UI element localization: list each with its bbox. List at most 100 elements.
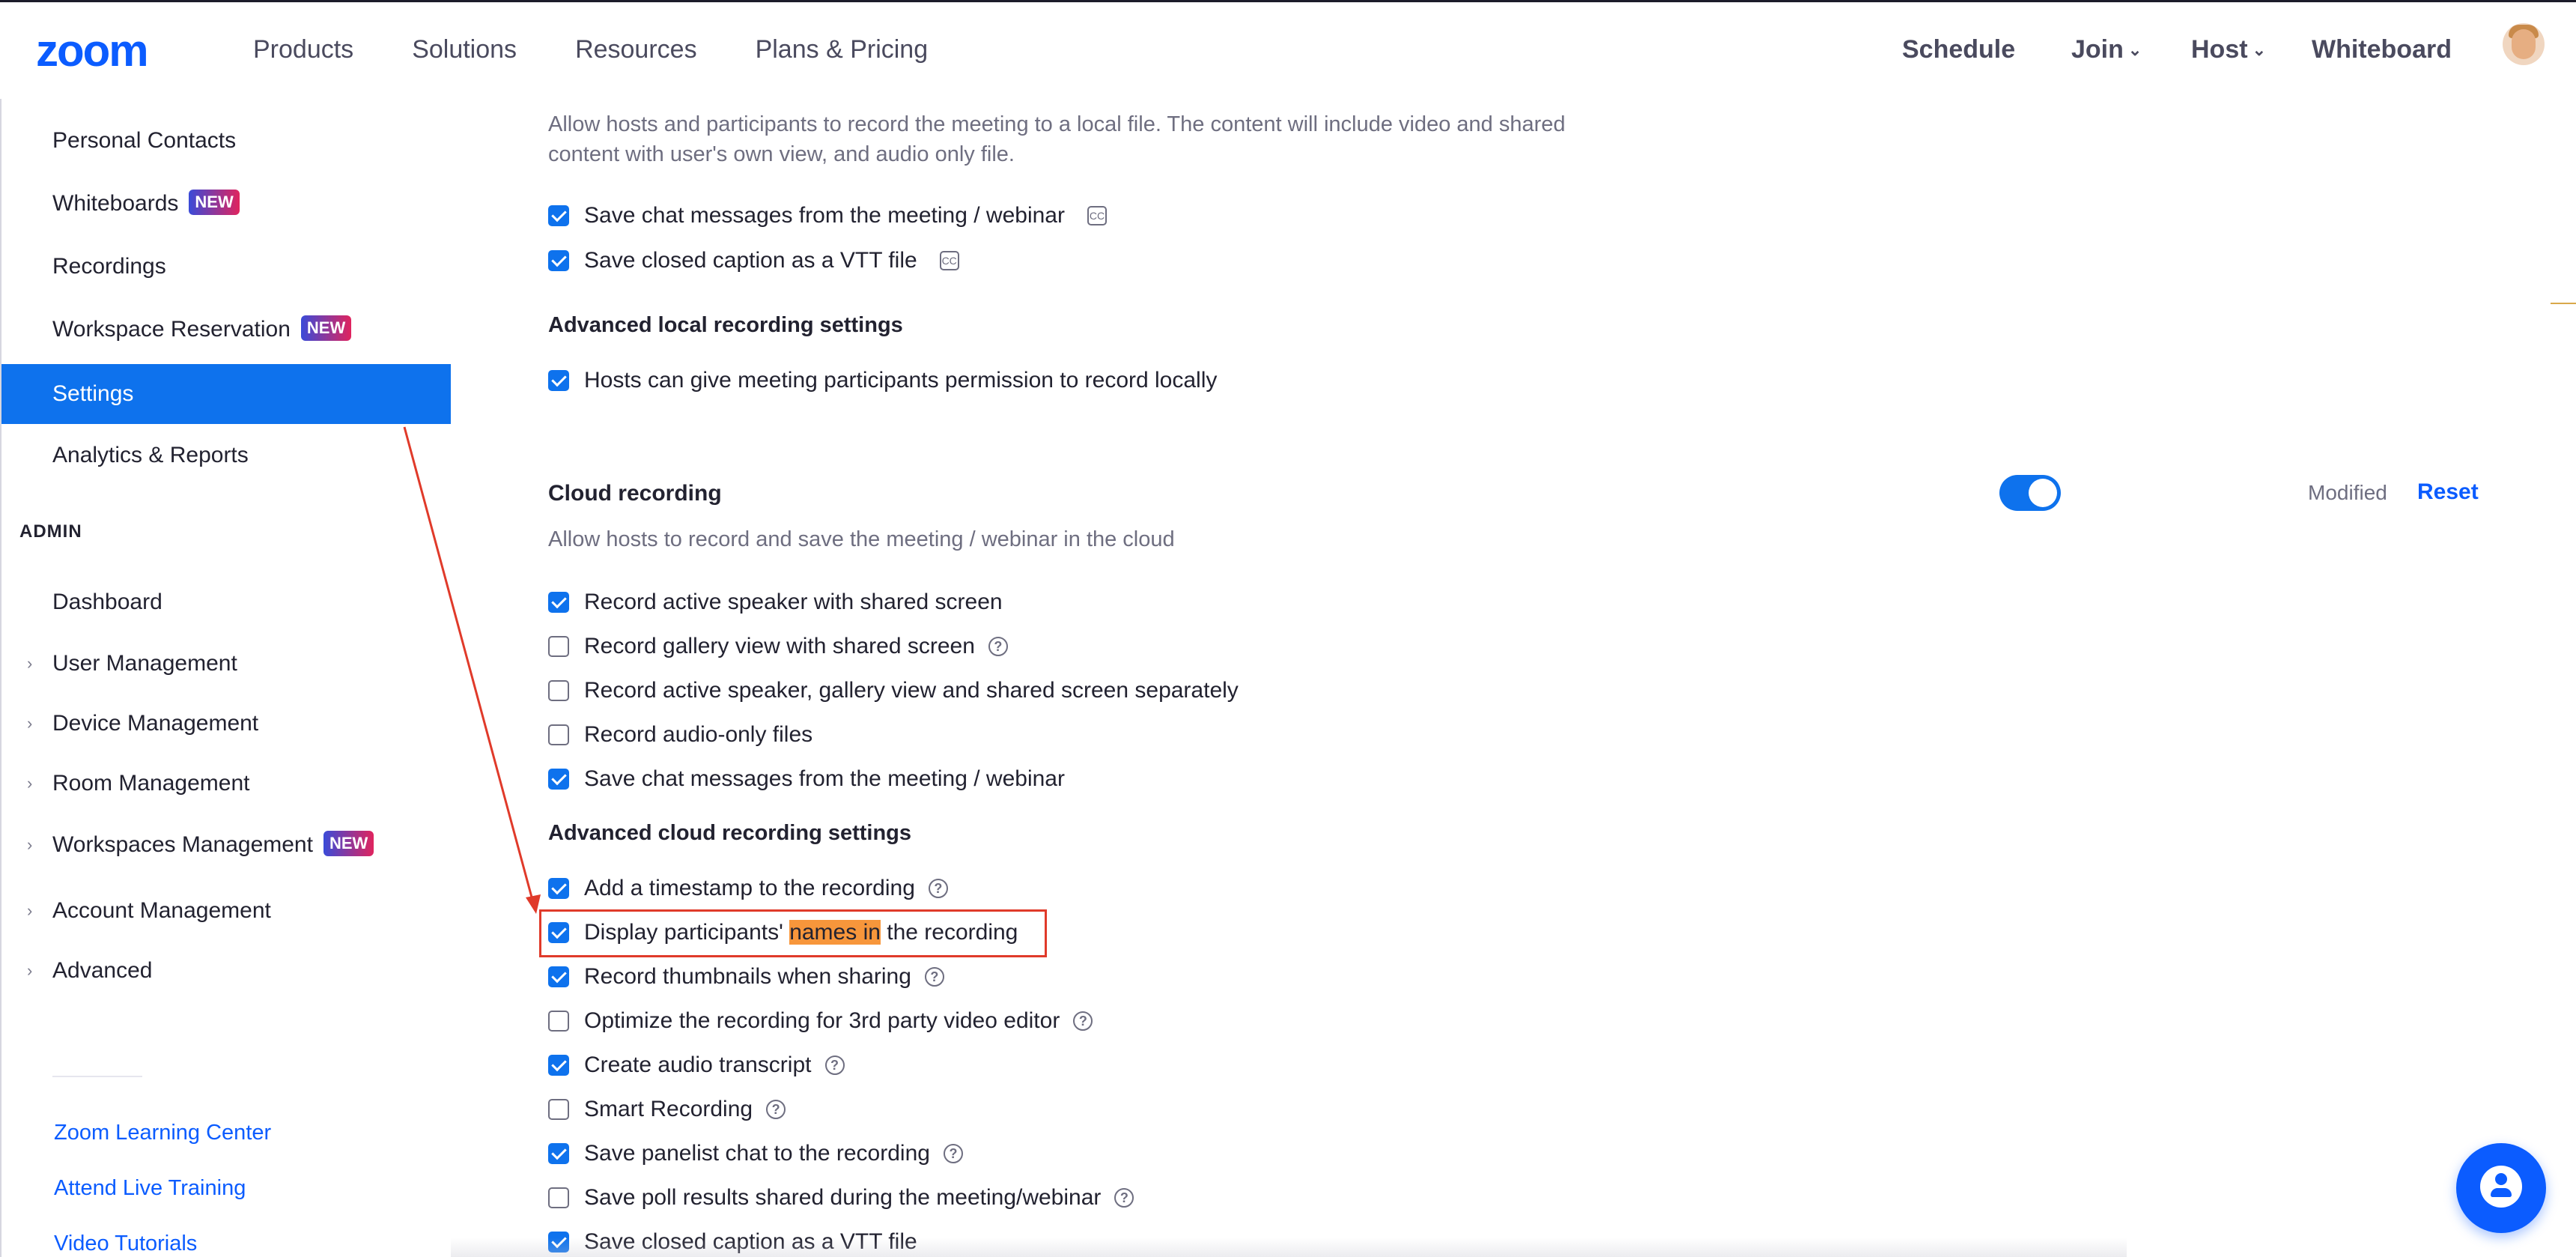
nav-whiteboard[interactable]: Whiteboard [2312, 35, 2452, 64]
caption-icon[interactable]: CC [939, 251, 959, 270]
link-video-tutorials[interactable]: Video Tutorials [54, 1232, 197, 1256]
cloud-adv-poll-results[interactable]: Save poll results shared during the meet… [548, 1183, 1134, 1213]
cloud-option-separate-files[interactable]: Record active speaker, gallery view and … [548, 676, 1239, 706]
sidebar-item-user-management[interactable]: › User Management [1, 634, 451, 694]
cloud-option-save-chat[interactable]: Save chat messages from the meeting / we… [548, 764, 1065, 794]
sidebar-item-settings[interactable]: Settings [1, 364, 451, 424]
cloud-adv-audio-transcript[interactable]: Create audio transcript ? [548, 1050, 845, 1080]
option-label: Save closed caption as a VTT file [584, 248, 917, 273]
cloud-option-gallery-view[interactable]: Record gallery view with shared screen ? [548, 631, 1008, 661]
checkbox-unchecked[interactable] [548, 636, 569, 657]
cloud-recording-title: Cloud recording [548, 481, 722, 506]
checkbox-unchecked[interactable] [548, 680, 569, 701]
nav-products[interactable]: Products [253, 35, 353, 64]
sidebar-item-label: Dashboard [52, 590, 162, 614]
sidebar-item-label: Account Management [52, 898, 271, 923]
sidebar-item-label: Personal Contacts [52, 128, 237, 153]
help-icon[interactable]: ? [928, 879, 948, 898]
option-label: Save chat messages from the meeting / we… [584, 766, 1065, 791]
checkbox-checked[interactable] [548, 205, 569, 226]
option-label: Record audio-only files [584, 722, 813, 747]
option-label: Save panelist chat to the recording [584, 1141, 930, 1166]
secondary-nav: Schedule Join ⌄ Host ⌄ Whiteboard [1902, 35, 2576, 80]
sidebar-item-label: Workspace Reservation [52, 317, 291, 342]
sidebar-item-label: Advanced [52, 958, 153, 983]
checkbox-checked[interactable] [548, 370, 569, 391]
cloud-option-audio-only[interactable]: Record audio-only files [548, 720, 812, 750]
local-option-host-permission[interactable]: Hosts can give meeting participants perm… [548, 366, 1217, 396]
checkbox-unchecked[interactable] [548, 1099, 569, 1120]
support-chat-button[interactable] [2456, 1143, 2546, 1233]
sidebar-item-personal-contacts[interactable]: Personal Contacts [1, 111, 451, 171]
nav-solutions[interactable]: Solutions [412, 35, 517, 64]
help-icon[interactable]: ? [924, 967, 944, 987]
option-label: Create audio transcript [584, 1052, 812, 1077]
caption-icon[interactable]: CC [1087, 206, 1107, 225]
option-label: Optimize the recording for 3rd party vid… [584, 1008, 1060, 1033]
sidebar-item-recordings[interactable]: Recordings [1, 237, 451, 297]
sidebar-item-advanced[interactable]: › Advanced [1, 941, 451, 1001]
checkbox-checked[interactable] [548, 1143, 569, 1164]
checkbox-checked[interactable] [548, 592, 569, 613]
chat-bot-icon [2480, 1166, 2522, 1208]
help-icon[interactable]: ? [766, 1100, 786, 1119]
checkbox-checked[interactable] [548, 769, 569, 790]
sidebar-item-analytics-reports[interactable]: Analytics & Reports [1, 425, 451, 485]
sidebar-item-device-management[interactable]: › Device Management [1, 694, 451, 754]
local-option-save-chat[interactable]: Save chat messages from the meeting / we… [548, 201, 1107, 231]
option-label: Record gallery view with shared screen [584, 634, 975, 658]
cloud-adv-panelist-chat[interactable]: Save panelist chat to the recording ? [548, 1139, 963, 1169]
checkbox-unchecked[interactable] [548, 1011, 569, 1032]
option-label: Save poll results shared during the meet… [584, 1185, 1102, 1210]
chevron-right-icon: › [27, 901, 33, 920]
local-option-save-vtt[interactable]: Save closed caption as a VTT file CC [548, 246, 959, 276]
cloud-recording-toggle[interactable] [1999, 475, 2061, 511]
cloud-recording-description: Allow hosts to record and save the meeti… [548, 527, 1175, 551]
sidebar-item-workspace-reservation[interactable]: Workspace Reservation NEW [1, 300, 451, 360]
sidebar-item-dashboard[interactable]: Dashboard [1, 572, 451, 632]
new-badge: NEW [300, 315, 352, 341]
help-icon[interactable]: ? [1114, 1188, 1134, 1208]
sidebar-item-whiteboards[interactable]: Whiteboards NEW [1, 174, 451, 234]
checkbox-unchecked[interactable] [548, 724, 569, 745]
help-icon[interactable]: ? [824, 1055, 845, 1075]
link-zoom-learning-center[interactable]: Zoom Learning Center [54, 1121, 271, 1145]
sidebar-item-label: Recordings [52, 254, 166, 279]
sidebar-divider [52, 1076, 142, 1077]
option-label: Add a timestamp to the recording [584, 876, 915, 900]
admin-section-heading: ADMIN [19, 521, 82, 542]
reset-link[interactable]: Reset [2417, 479, 2479, 505]
nav-join[interactable]: Join ⌄ [2071, 35, 2142, 64]
sidebar-item-account-management[interactable]: › Account Management [1, 881, 451, 941]
zoom-logo[interactable]: zoom [36, 25, 149, 76]
chevron-right-icon: › [27, 835, 33, 854]
sidebar-item-room-management[interactable]: › Room Management [1, 754, 451, 814]
help-icon[interactable]: ? [1073, 1011, 1093, 1031]
checkbox-checked[interactable] [548, 966, 569, 987]
help-icon[interactable]: ? [988, 637, 1008, 656]
nav-host[interactable]: Host ⌄ [2191, 35, 2266, 64]
chevron-right-icon: › [27, 654, 33, 673]
option-label: Save chat messages from the meeting / we… [584, 203, 1065, 228]
sidebar-item-workspaces-management[interactable]: › Workspaces Management NEW [1, 815, 451, 875]
cloud-option-active-speaker[interactable]: Record active speaker with shared screen [548, 587, 1003, 617]
sidebar-item-label: Workspaces Management [52, 832, 313, 857]
top-navigation-bar: zoom Products Solutions Resources Plans … [0, 0, 2576, 99]
cloud-adv-optimize-editor[interactable]: Optimize the recording for 3rd party vid… [548, 1006, 1093, 1036]
checkbox-unchecked[interactable] [548, 1187, 569, 1208]
cloud-adv-smart-recording[interactable]: Smart Recording ? [548, 1094, 786, 1124]
local-recording-description: Allow hosts and participants to record t… [548, 112, 1566, 166]
link-attend-live-training[interactable]: Attend Live Training [54, 1176, 246, 1201]
checkbox-checked[interactable] [548, 250, 569, 271]
nav-resources[interactable]: Resources [575, 35, 697, 64]
sidebar-item-label: Whiteboards [52, 191, 179, 216]
help-icon[interactable]: ? [943, 1144, 963, 1163]
nav-plans-pricing[interactable]: Plans & Pricing [756, 35, 929, 64]
cloud-adv-timestamp[interactable]: Add a timestamp to the recording ? [548, 873, 948, 903]
checkbox-checked[interactable] [548, 878, 569, 899]
user-avatar[interactable] [2503, 23, 2545, 65]
nav-schedule[interactable]: Schedule [1902, 35, 2015, 64]
cloud-adv-thumbnails[interactable]: Record thumbnails when sharing ? [548, 962, 944, 992]
toggle-knob [2029, 479, 2057, 507]
checkbox-checked[interactable] [548, 1055, 569, 1076]
